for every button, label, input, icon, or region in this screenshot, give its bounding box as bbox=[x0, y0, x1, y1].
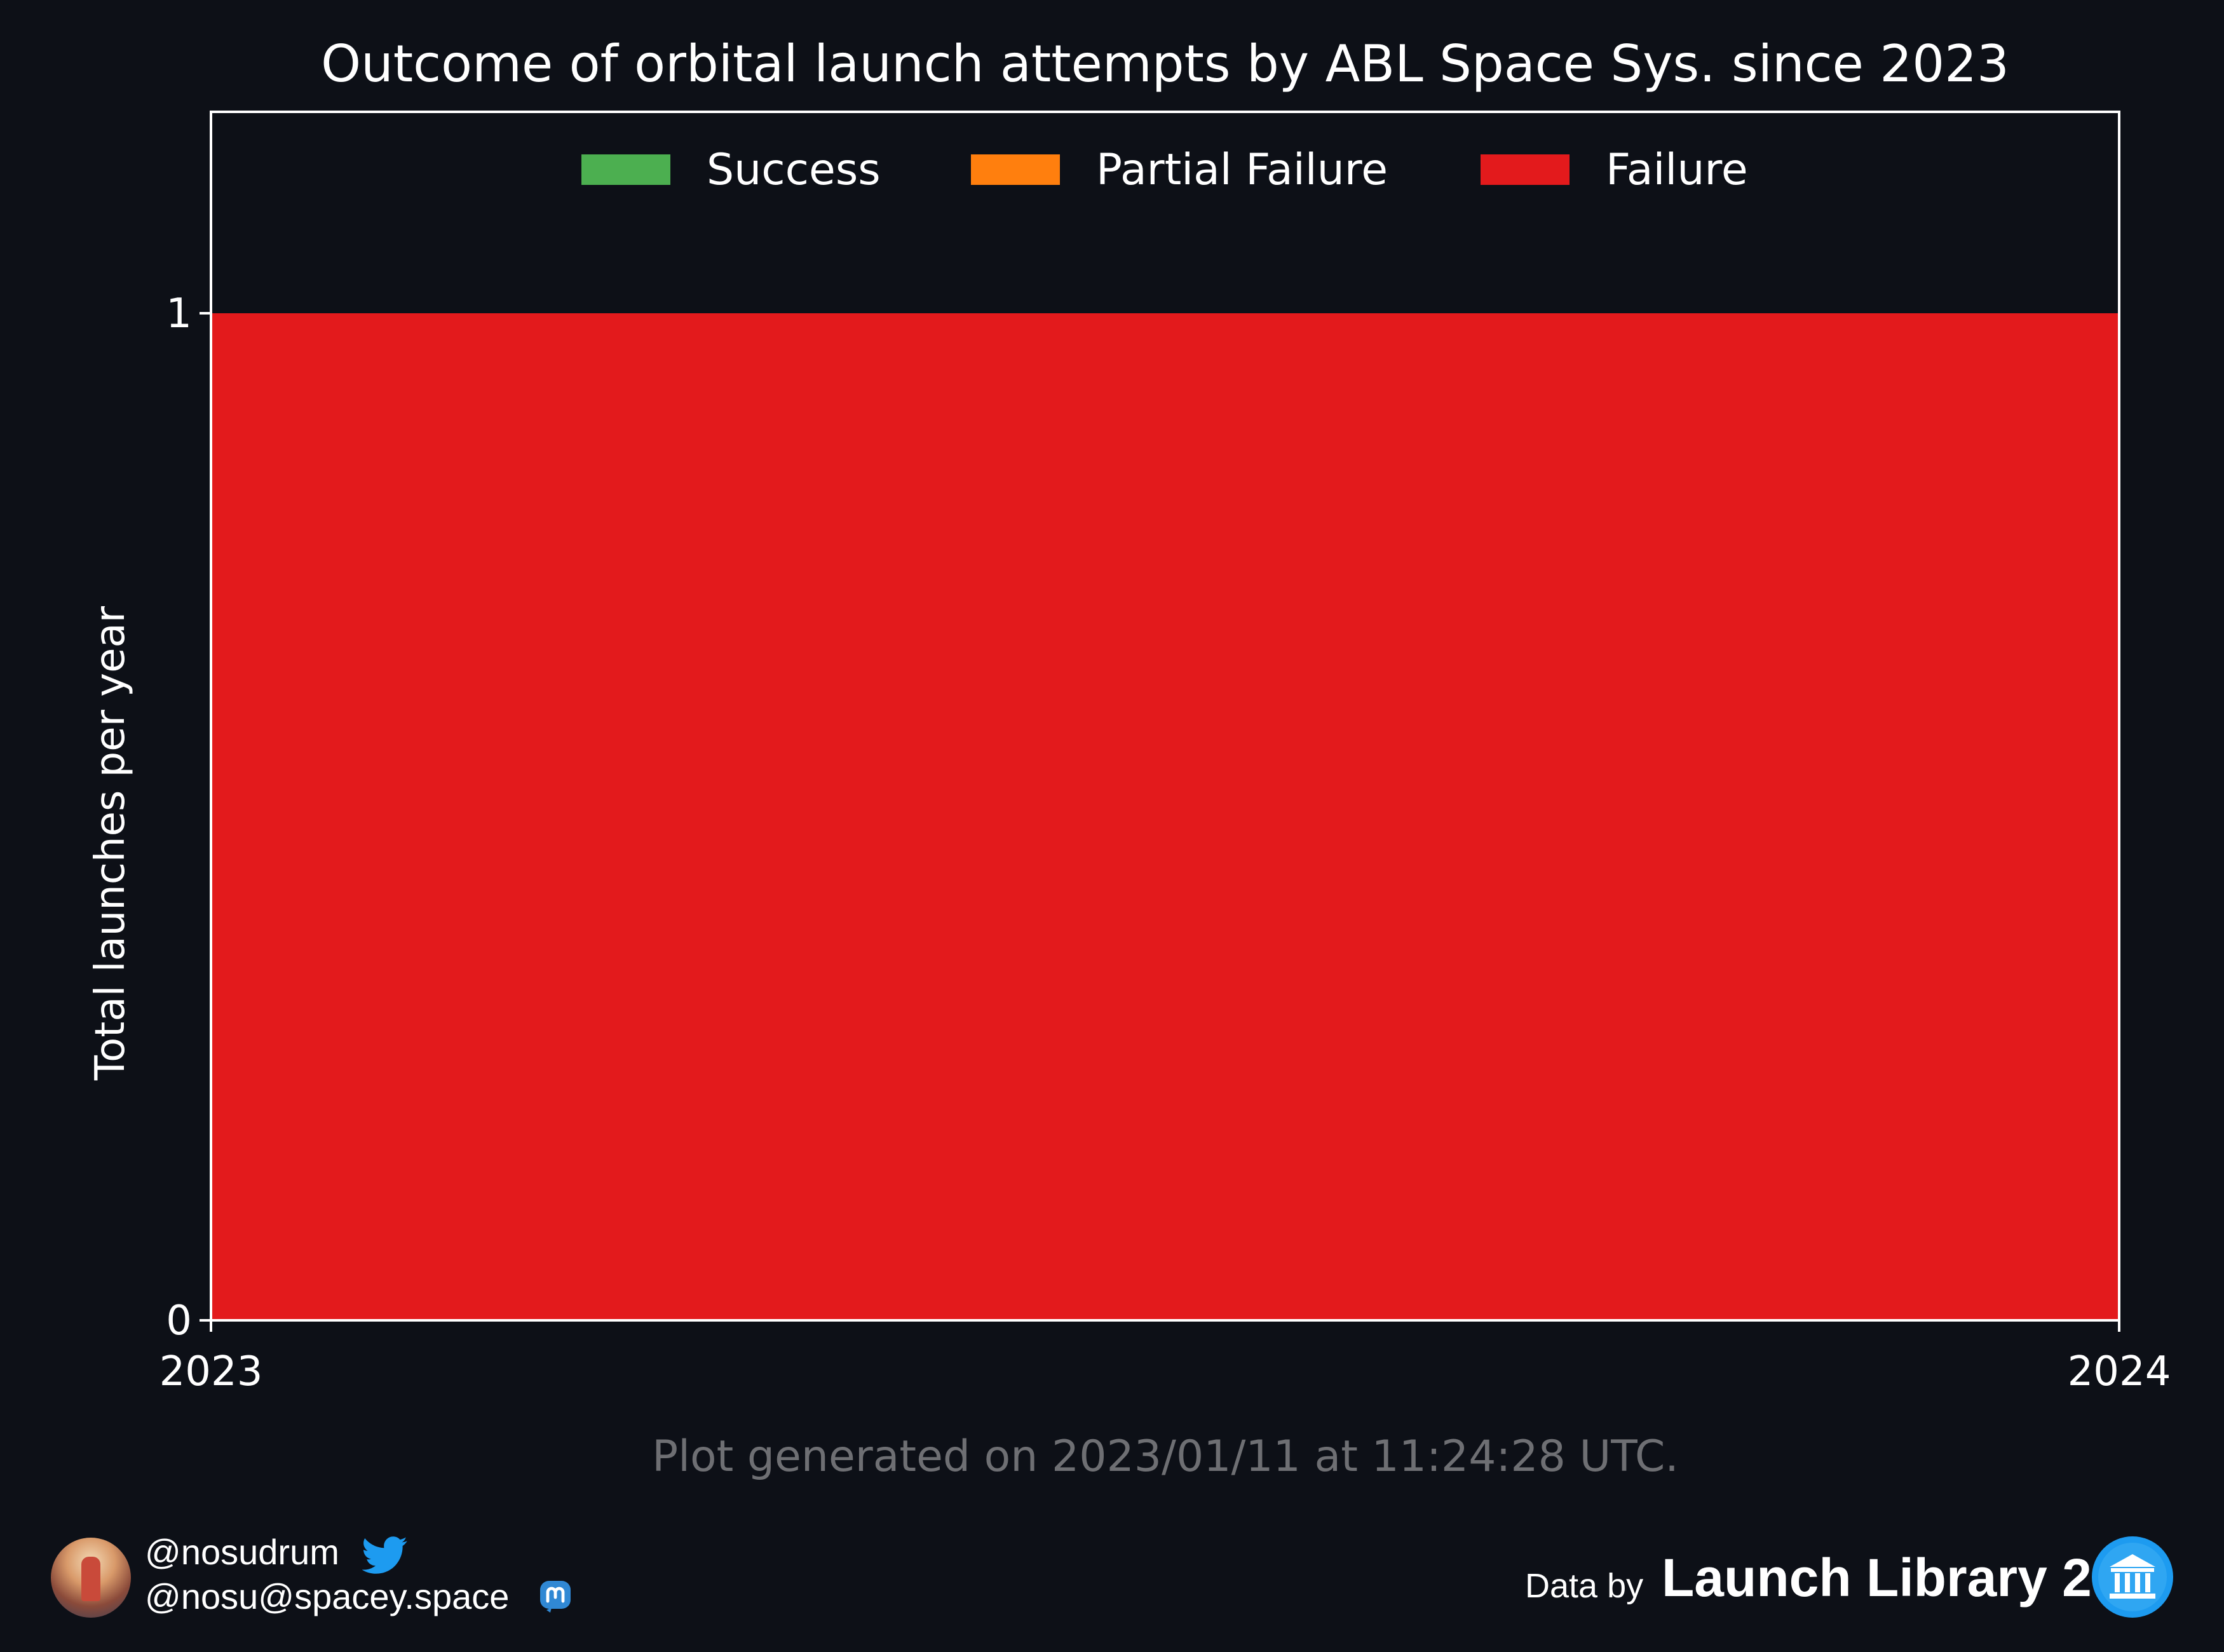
legend-label-failure: Failure bbox=[1606, 145, 1748, 195]
avatar bbox=[51, 1538, 131, 1618]
legend-label-success: Success bbox=[707, 145, 881, 195]
y-tick-label: 1 bbox=[166, 290, 192, 337]
twitter-icon bbox=[362, 1536, 407, 1574]
data-credit-prefix: Data by bbox=[1525, 1567, 1644, 1605]
x-tick-label: 2024 bbox=[2068, 1348, 2171, 1395]
data-credit-name[interactable]: Launch Library 2 bbox=[1662, 1547, 2092, 1609]
launch-library-icon bbox=[2092, 1536, 2173, 1618]
series-area-failure bbox=[211, 313, 2119, 1320]
y-tick-label: 0 bbox=[166, 1297, 192, 1344]
launch-outcome-chart: Outcome of orbital launch attempts by AB… bbox=[87, 34, 2171, 1395]
legend-label-partial-failure: Partial Failure bbox=[1096, 145, 1388, 195]
x-tick-label: 2023 bbox=[159, 1348, 263, 1395]
twitter-handle[interactable]: @nosudrum bbox=[145, 1531, 339, 1573]
legend-swatch-partial-failure bbox=[971, 154, 1060, 185]
chart-title: Outcome of orbital launch attempts by AB… bbox=[321, 34, 2009, 93]
mastodon-handle[interactable]: @nosu@spacey.space bbox=[145, 1576, 509, 1617]
legend-swatch-success bbox=[581, 154, 670, 185]
mastodon-icon bbox=[540, 1581, 571, 1613]
y-axis-label: Total launches per year bbox=[87, 606, 134, 1081]
chart-page: Outcome of orbital launch attempts by AB… bbox=[0, 0, 2224, 1652]
plot-generated-note: Plot generated on 2023/01/11 at 11:24:28… bbox=[652, 1432, 1679, 1482]
legend-swatch-failure bbox=[1481, 154, 1570, 185]
